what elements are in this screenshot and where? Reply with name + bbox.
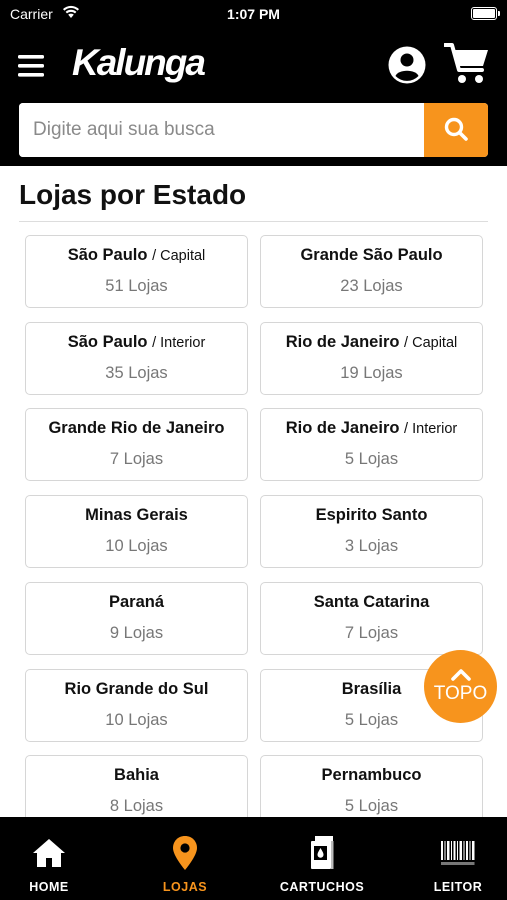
store-card[interactable]: São Paulo / Capital 51 Lojas	[25, 235, 248, 308]
store-count: 5 Lojas	[344, 450, 399, 469]
store-card[interactable]: Grande São Paulo 23 Lojas	[260, 235, 483, 308]
store-card[interactable]: Pernambuco 5 Lojas	[260, 755, 483, 817]
store-region-name: Bahia	[26, 766, 247, 785]
tab-home-label: HOME	[29, 880, 69, 894]
store-card[interactable]: Grande Rio de Janeiro 7 Lojas	[25, 408, 248, 482]
store-region-name: Rio Grande do Sul	[26, 680, 247, 699]
store-card[interactable]: Bahia 8 Lojas	[25, 755, 248, 817]
store-region-qualifier: / Capital	[404, 334, 458, 351]
store-region-name: São Paulo / Capital	[26, 246, 247, 265]
location-pin-icon	[172, 833, 198, 873]
store-count: 10 Lojas	[105, 710, 168, 729]
tab-cartuchos-label: CARTUCHOS	[279, 880, 365, 894]
store-region-name: Grande Rio de Janeiro	[26, 419, 247, 438]
store-region-qualifier: / Interior	[404, 421, 458, 438]
bottom-tab-bar: HOME LOJAS CARTUCHOS LEITOR	[0, 817, 507, 900]
store-region-label: Santa Catarina	[313, 592, 430, 611]
app-header: Kalunga	[0, 28, 507, 166]
store-card[interactable]: Santa Catarina 7 Lojas	[260, 581, 483, 655]
store-region-qualifier: / Capital	[152, 248, 206, 264]
store-region-label: Bahia	[114, 766, 159, 785]
search-input[interactable]	[19, 103, 424, 157]
account-icon[interactable]	[387, 45, 427, 85]
status-bar: Carrier 1:07 PM	[0, 0, 507, 28]
store-region-label: São Paulo	[67, 332, 148, 351]
stores-content: Lojas por Estado São Paulo / Capital 51 L…	[0, 166, 507, 817]
store-count: 7 Lojas	[109, 450, 164, 469]
store-count: 3 Lojas	[344, 537, 399, 556]
store-region-label: Espirito Santo	[315, 506, 428, 525]
tab-cartuchos[interactable]: CARTUCHOS	[262, 817, 382, 900]
store-count: 10 Lojas	[105, 537, 168, 556]
store-region-name: Rio de Janeiro / Interior	[261, 419, 482, 438]
back-to-top-button[interactable]: TOPO	[424, 650, 497, 723]
store-region-name: Espirito Santo	[261, 506, 482, 525]
hamburger-menu-icon[interactable]	[18, 54, 46, 78]
barcode-icon	[440, 833, 476, 873]
store-region-label: Grande São Paulo	[300, 246, 443, 264]
store-region-name: Pernambuco	[261, 766, 482, 785]
search-bar	[19, 103, 488, 157]
tab-leitor-label: LEITOR	[433, 880, 483, 894]
page-title: Lojas por Estado	[19, 179, 247, 210]
store-count: 5 Lojas	[344, 797, 399, 816]
kalunga-logo[interactable]: Kalunga	[72, 42, 206, 84]
ink-cartridge-icon	[309, 833, 335, 873]
store-region-label: São Paulo	[67, 246, 148, 264]
store-region-name: Grande São Paulo	[261, 246, 482, 265]
search-icon	[443, 116, 469, 145]
store-card[interactable]: Minas Gerais 10 Lojas	[25, 495, 248, 569]
store-card[interactable]: Rio Grande do Sul 10 Lojas	[25, 668, 248, 742]
store-region-label: Grande Rio de Janeiro	[48, 419, 225, 438]
store-region-label: Brasília	[341, 679, 402, 698]
store-card[interactable]: Rio de Janeiro / Capital 19 Lojas	[260, 321, 483, 395]
store-region-label: Rio de Janeiro	[285, 332, 400, 351]
home-icon	[32, 833, 66, 873]
store-region-label: Rio de Janeiro	[285, 419, 400, 438]
store-region-label: Rio Grande do Sul	[64, 679, 209, 698]
battery-icon	[471, 7, 500, 20]
store-region-name: São Paulo / Interior	[26, 333, 247, 352]
clock: 1:07 PM	[227, 6, 280, 22]
store-region-qualifier: / Interior	[152, 334, 206, 351]
store-count: 23 Lojas	[340, 277, 403, 295]
store-count: 51 Lojas	[105, 277, 168, 295]
store-card[interactable]: Espirito Santo 3 Lojas	[260, 495, 483, 569]
store-count: 8 Lojas	[109, 797, 164, 816]
tab-lojas-label: LOJAS	[162, 880, 208, 894]
store-region-name: Rio de Janeiro / Capital	[261, 333, 482, 352]
store-card[interactable]: Paraná 9 Lojas	[25, 581, 248, 655]
store-count: 35 Lojas	[105, 363, 168, 382]
store-region-name: Santa Catarina	[261, 593, 482, 612]
store-region-name: Paraná	[26, 593, 247, 612]
title-divider	[19, 221, 488, 222]
store-count: 9 Lojas	[109, 623, 164, 642]
store-card[interactable]: Rio de Janeiro / Interior 5 Lojas	[260, 408, 483, 482]
search-button[interactable]	[424, 103, 488, 157]
tab-leitor[interactable]: LEITOR	[398, 817, 507, 900]
store-count: 7 Lojas	[344, 623, 399, 642]
store-region-label: Pernambuco	[321, 766, 422, 785]
tab-home[interactable]: HOME	[0, 817, 109, 900]
shopping-cart-icon[interactable]	[443, 42, 490, 86]
store-region-name: Minas Gerais	[26, 506, 247, 525]
tab-lojas[interactable]: LOJAS	[125, 817, 245, 900]
store-count: 19 Lojas	[340, 363, 403, 382]
back-to-top-label: TOPO	[433, 683, 488, 704]
store-region-label: Minas Gerais	[85, 506, 188, 525]
store-card[interactable]: São Paulo / Interior 35 Lojas	[25, 321, 248, 395]
store-region-label: Paraná	[108, 592, 165, 611]
